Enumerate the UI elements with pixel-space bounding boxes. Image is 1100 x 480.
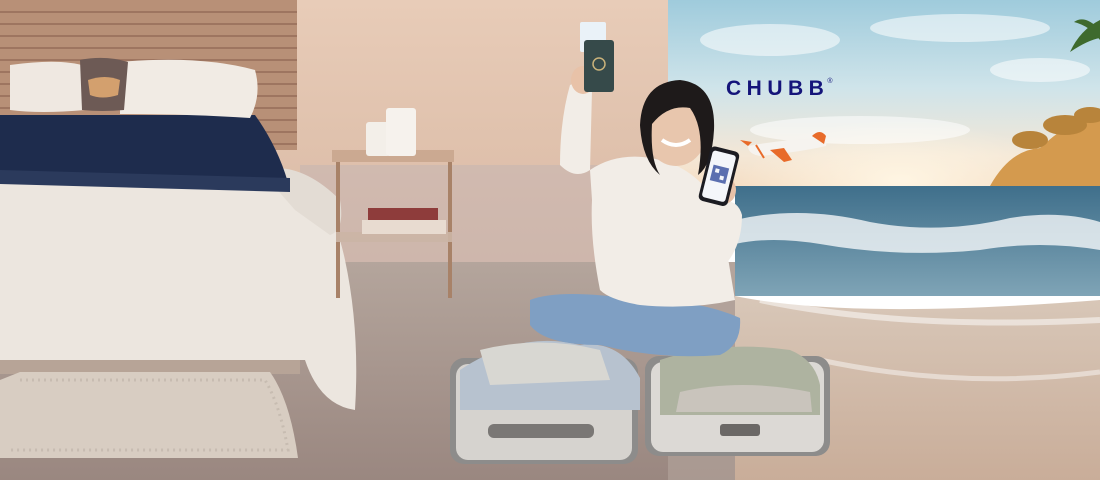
logo-wordmark: CHUBB [726, 77, 830, 100]
registered-mark: ® [827, 78, 833, 85]
chubb-logo: CHUBB ® [726, 76, 892, 106]
travel-scene-illustration [0, 0, 1100, 480]
hero-banner: CHUBB ® [0, 0, 1100, 480]
